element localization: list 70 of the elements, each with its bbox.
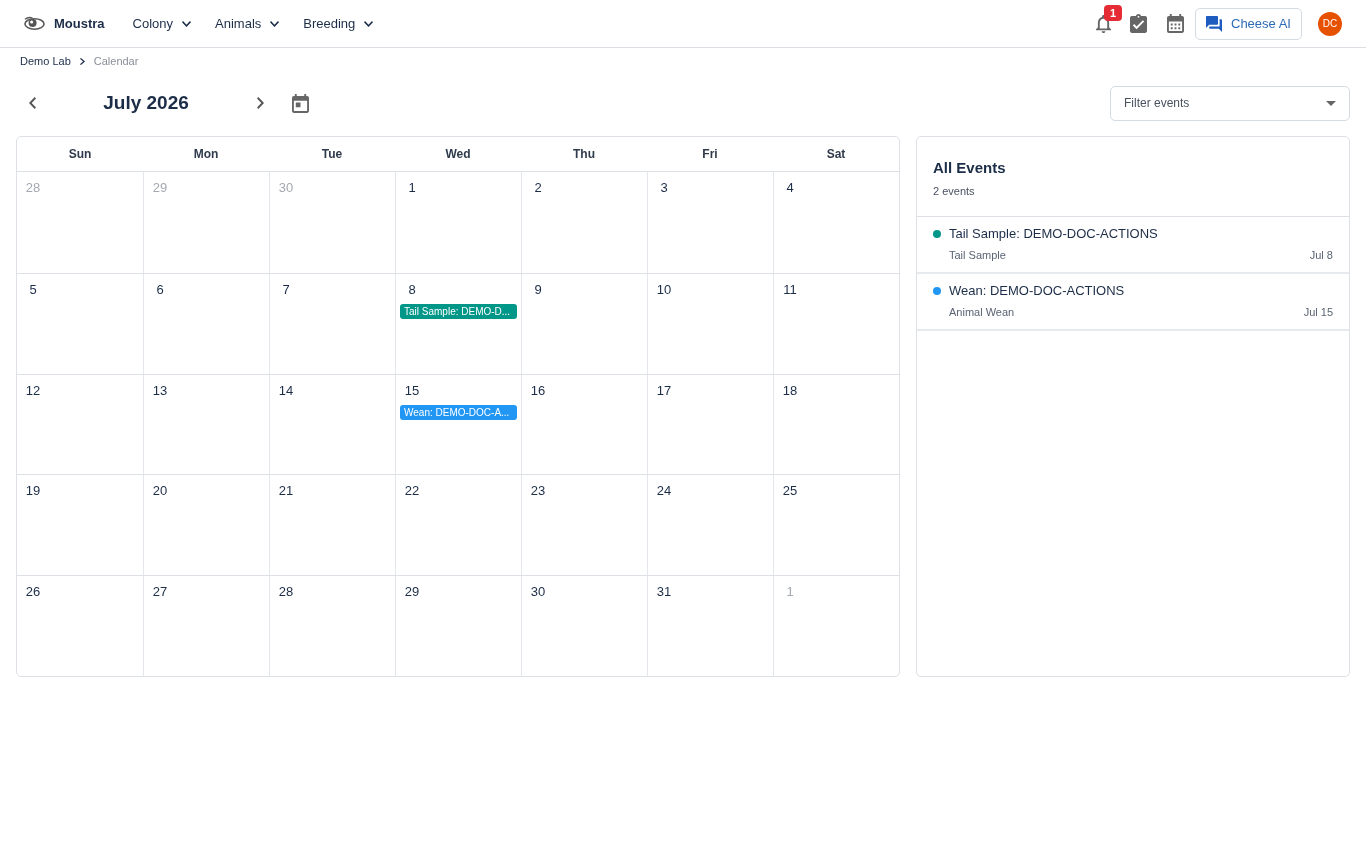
- event-title[interactable]: Wean: DEMO-DOC-ACTIONS: [949, 282, 1125, 300]
- event-chip[interactable]: Tail Sample: DEMO-D...: [400, 303, 517, 319]
- nav-menu-button[interactable]: Colony: [132, 7, 192, 40]
- day-number[interactable]: 9: [526, 281, 550, 298]
- nav-menu-button[interactable]: Animals: [215, 7, 280, 40]
- filter-events-field[interactable]: Filter events: [1110, 85, 1350, 121]
- weekday-header: Tue: [321, 145, 343, 163]
- day-number[interactable]: 13: [148, 382, 172, 399]
- event-type: Animal Wean: [949, 305, 1015, 320]
- dropdown-caret-icon: [1326, 100, 1336, 106]
- breadcrumb-current: Calendar: [93, 54, 139, 70]
- chevron-left-icon: [28, 97, 36, 109]
- day-number[interactable]: 18: [778, 382, 802, 399]
- weekday-header: Sun: [68, 145, 92, 163]
- notification-count-badge: 1: [1104, 4, 1122, 21]
- day-number[interactable]: 12: [21, 382, 45, 399]
- event-count: 2 events: [933, 184, 976, 199]
- day-number[interactable]: 17: [652, 382, 676, 399]
- day-number[interactable]: 26: [21, 584, 45, 601]
- panel-title: All Events: [933, 158, 1007, 178]
- day-number[interactable]: 29: [400, 584, 424, 601]
- day-number[interactable]: 7: [274, 281, 298, 298]
- event-title[interactable]: Tail Sample: DEMO-DOC-ACTIONS: [949, 225, 1158, 243]
- brand-name: Moustra: [54, 14, 105, 33]
- day-number[interactable]: 8: [400, 281, 424, 298]
- weekday-header: Thu: [573, 145, 595, 163]
- day-number[interactable]: 27: [148, 584, 172, 601]
- day-number[interactable]: 16: [526, 382, 550, 399]
- day-number[interactable]: 10: [652, 281, 676, 298]
- logo-icon[interactable]: [24, 16, 45, 31]
- chevron-down-icon: [364, 20, 374, 27]
- day-number[interactable]: 6: [148, 281, 172, 298]
- day-number[interactable]: 21: [274, 483, 298, 500]
- day-number[interactable]: 3: [652, 179, 676, 196]
- calendar-today-icon: [291, 93, 309, 113]
- day-number[interactable]: 14: [274, 382, 298, 399]
- day-number[interactable]: 23: [526, 483, 550, 500]
- day-number[interactable]: 19: [21, 483, 45, 500]
- cheese-ai-button[interactable]: Cheese AI: [1195, 7, 1302, 40]
- day-number[interactable]: 28: [274, 584, 298, 601]
- user-avatar[interactable]: DC: [1318, 11, 1342, 36]
- event-date: Jul 8: [1309, 248, 1333, 263]
- day-number[interactable]: 11: [778, 281, 802, 298]
- clipboard-check-icon[interactable]: [1130, 14, 1147, 33]
- chevron-down-icon: [182, 20, 192, 27]
- event-date: Jul 15: [1303, 305, 1333, 320]
- day-number[interactable]: 20: [148, 483, 172, 500]
- day-number[interactable]: 31: [652, 584, 676, 601]
- weekday-header: Sat: [826, 145, 846, 163]
- chevron-down-icon: [270, 20, 280, 27]
- day-number[interactable]: 30: [526, 584, 550, 601]
- day-number[interactable]: 4: [778, 179, 802, 196]
- month-title: July 2026: [102, 90, 190, 115]
- weekday-header: Wed: [445, 145, 471, 163]
- weekday-header: Fri: [702, 145, 718, 163]
- chevron-right-icon: [256, 97, 264, 109]
- day-number[interactable]: 1: [400, 179, 424, 196]
- day-number[interactable]: 2: [526, 179, 550, 196]
- day-number[interactable]: 24: [652, 483, 676, 500]
- day-number[interactable]: 25: [778, 483, 802, 500]
- weekday-header: Mon: [193, 145, 219, 163]
- calendar-icon[interactable]: [1167, 14, 1184, 33]
- event-type: Tail Sample: [949, 248, 1006, 263]
- breadcrumb-link[interactable]: Demo Lab: [20, 53, 71, 70]
- nav-menu-button[interactable]: Breeding: [303, 7, 374, 40]
- chevron-right-icon: [79, 58, 85, 65]
- day-number[interactable]: 22: [400, 483, 424, 500]
- chat-bubbles-icon: [1206, 15, 1222, 32]
- day-number[interactable]: 5: [21, 281, 45, 298]
- day-number[interactable]: 15: [400, 382, 424, 399]
